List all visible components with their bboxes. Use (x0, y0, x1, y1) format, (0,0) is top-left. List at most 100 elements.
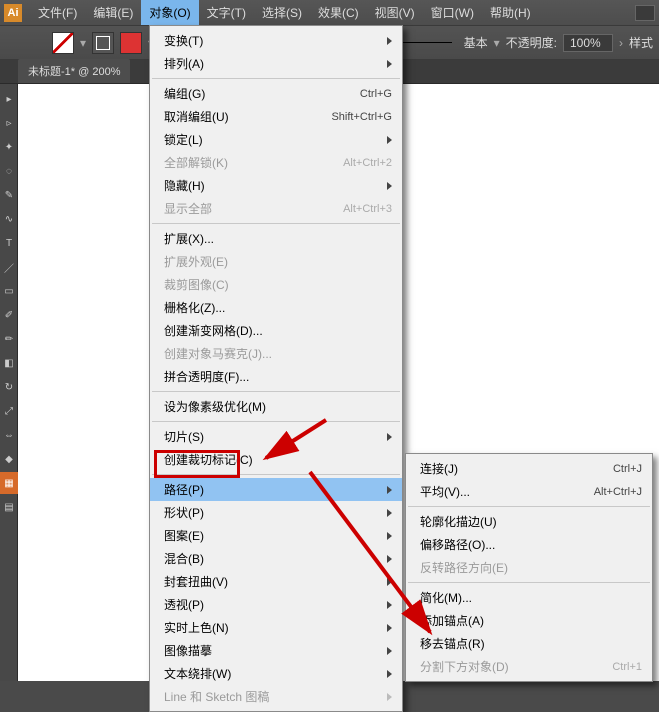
menu-item[interactable]: 透视(P) (150, 593, 402, 616)
menu-view[interactable]: 视图(V) (367, 0, 423, 25)
menu-item[interactable]: 添加锚点(A) (406, 609, 652, 632)
tool-curve-icon[interactable]: ∿ (0, 208, 18, 230)
tool-mesh-icon[interactable]: ▦ (0, 472, 18, 494)
fill-swatch[interactable] (52, 32, 74, 54)
menu-item[interactable]: 栅格化(Z)... (150, 296, 402, 319)
menu-item[interactable]: 扩展(X)... (150, 227, 402, 250)
document-tab[interactable]: 未标题-1* @ 200% (18, 59, 130, 83)
submenu-arrow-icon (387, 433, 392, 441)
menu-file[interactable]: 文件(F) (30, 0, 85, 25)
menu-item[interactable]: 轮廓化描边(U) (406, 510, 652, 533)
tool-width-icon[interactable]: ⇔ (0, 424, 18, 446)
tool-lasso-icon[interactable]: ◌ (0, 160, 18, 182)
menu-item-label: 创建裁切标记(C) (164, 451, 392, 468)
menu-item: 扩展外观(E) (150, 250, 402, 273)
tool-eraser-icon[interactable]: ◧ (0, 352, 18, 374)
menu-item[interactable]: 排列(A) (150, 52, 402, 75)
menu-item-label: 简化(M)... (420, 589, 642, 606)
menu-item[interactable]: 形状(P) (150, 501, 402, 524)
tool-brush-icon[interactable]: ✐ (0, 304, 18, 326)
menu-item[interactable]: 封套扭曲(V) (150, 570, 402, 593)
menu-item: 显示全部Alt+Ctrl+3 (150, 197, 402, 220)
tool-scale-icon[interactable]: ⤢ (0, 400, 18, 422)
submenu-arrow-icon (387, 647, 392, 655)
menu-item[interactable]: 锁定(L) (150, 128, 402, 151)
tool-direct-select-icon[interactable]: ▹ (0, 112, 18, 134)
menu-effect[interactable]: 效果(C) (310, 0, 367, 25)
tool-selection-icon[interactable]: ▸ (0, 88, 18, 110)
stroke-swatch[interactable] (92, 32, 114, 54)
menu-item-label: 取消编组(U) (164, 108, 307, 125)
stroke-color-swatch[interactable] (120, 32, 142, 54)
menu-item[interactable]: 创建渐变网格(D)... (150, 319, 402, 342)
tool-gradient-icon[interactable]: ▤ (0, 496, 18, 518)
tool-rotate-icon[interactable]: ↻ (0, 376, 18, 398)
brush-basic-label: 基本 (464, 34, 488, 51)
menu-item: 分割下方对象(D)Ctrl+1 (406, 655, 652, 678)
menu-item[interactable]: 简化(M)... (406, 586, 652, 609)
opacity-input[interactable] (563, 34, 613, 52)
menu-item[interactable]: 拼合透明度(F)... (150, 365, 402, 388)
menubar: 文件(F) 编辑(E) 对象(O) 文字(T) 选择(S) 效果(C) 视图(V… (30, 0, 539, 25)
menu-item[interactable]: 编组(G)Ctrl+G (150, 82, 402, 105)
menu-item[interactable]: 混合(B) (150, 547, 402, 570)
menu-item-label: 文本绕排(W) (164, 665, 379, 682)
menu-item-shortcut: Ctrl+1 (612, 661, 642, 673)
tool-wand-icon[interactable]: ✦ (0, 136, 18, 158)
menu-item-label: 设为像素级优化(M) (164, 398, 392, 415)
menu-item[interactable]: 设为像素级优化(M) (150, 395, 402, 418)
menu-separator (152, 78, 400, 79)
menu-item[interactable]: 取消编组(U)Shift+Ctrl+G (150, 105, 402, 128)
opacity-label: 不透明度: (506, 34, 557, 51)
submenu-arrow-icon (387, 136, 392, 144)
submenu-arrow-icon (387, 601, 392, 609)
menu-item[interactable]: 连接(J)Ctrl+J (406, 457, 652, 480)
menu-item-label: 透视(P) (164, 596, 379, 613)
tool-pen-icon[interactable]: ✎ (0, 184, 18, 206)
workspace-switcher-icon[interactable] (635, 5, 655, 21)
menu-item-label: 移去锚点(R) (420, 635, 642, 652)
app-icon: Ai (4, 4, 22, 22)
menu-item-label: 切片(S) (164, 428, 379, 445)
submenu-arrow-icon (387, 486, 392, 494)
tool-pencil-icon[interactable]: ✏ (0, 328, 18, 350)
tool-rect-icon[interactable]: ▭ (0, 280, 18, 302)
menu-item-shortcut: Alt+Ctrl+3 (343, 203, 392, 215)
menu-item[interactable]: 创建裁切标记(C) (150, 448, 402, 471)
menu-item[interactable]: 移去锚点(R) (406, 632, 652, 655)
menu-item-label: 封套扭曲(V) (164, 573, 379, 590)
menu-item-label: 全部解锁(K) (164, 154, 319, 171)
menu-item-label: 锁定(L) (164, 131, 379, 148)
menu-item-label: 平均(V)... (420, 483, 570, 500)
tool-line-icon[interactable]: ／ (0, 256, 18, 278)
menu-item[interactable]: 隐藏(H) (150, 174, 402, 197)
menu-item[interactable]: 实时上色(N) (150, 616, 402, 639)
menu-separator (408, 506, 650, 507)
menu-object[interactable]: 对象(O) (141, 0, 198, 25)
menu-item-label: 隐藏(H) (164, 177, 379, 194)
menu-type[interactable]: 文字(T) (199, 0, 254, 25)
menu-help[interactable]: 帮助(H) (482, 0, 539, 25)
menu-item-label: 变换(T) (164, 32, 379, 49)
menu-item-label: 图像描摹 (164, 642, 379, 659)
menu-item-label: 图案(E) (164, 527, 379, 544)
menu-item-label: 添加锚点(A) (420, 612, 642, 629)
menu-item-label: 混合(B) (164, 550, 379, 567)
menu-item[interactable]: 图案(E) (150, 524, 402, 547)
tool-shapebuilder-icon[interactable]: ◆ (0, 448, 18, 470)
menu-item[interactable]: 路径(P) (150, 478, 402, 501)
menu-window[interactable]: 窗口(W) (423, 0, 482, 25)
menu-item-shortcut: Alt+Ctrl+J (594, 486, 642, 498)
menu-item: 反转路径方向(E) (406, 556, 652, 579)
menu-item[interactable]: 图像描摹 (150, 639, 402, 662)
menu-select[interactable]: 选择(S) (254, 0, 310, 25)
menu-item[interactable]: 偏移路径(O)... (406, 533, 652, 556)
menu-item[interactable]: 文本绕排(W) (150, 662, 402, 685)
submenu-arrow-icon (387, 555, 392, 563)
menu-item[interactable]: 变换(T) (150, 29, 402, 52)
tool-type-icon[interactable]: T (0, 232, 18, 254)
menu-item[interactable]: 平均(V)... Alt+Ctrl+J (406, 480, 652, 503)
submenu-arrow-icon (387, 578, 392, 586)
menu-item[interactable]: 切片(S) (150, 425, 402, 448)
menu-edit[interactable]: 编辑(E) (85, 0, 141, 25)
